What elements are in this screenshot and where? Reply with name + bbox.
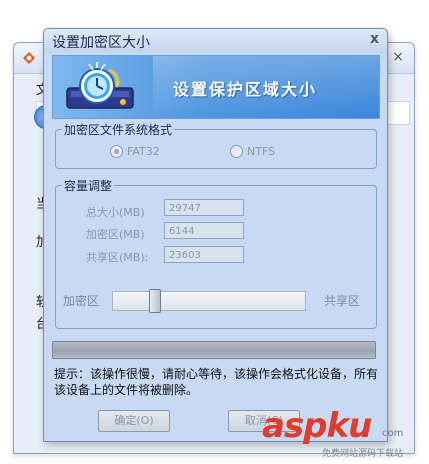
ntfs-label: NTFS (247, 145, 276, 158)
filesystem-group: 加密区文件系统格式 FAT32 NTFS (55, 121, 377, 169)
background-close-icon[interactable]: × (392, 49, 404, 65)
dialog-title: 设置加密区大小 (52, 35, 150, 51)
shared-size-field[interactable]: 23603 (164, 246, 244, 263)
radio-unselected-icon (230, 145, 243, 158)
app-logo-icon (23, 52, 35, 64)
watermark-logo: aspku (262, 406, 372, 446)
watermark-subtitle: 免费网站源码下载站 (322, 449, 404, 459)
ntfs-radio[interactable]: NTFS (230, 145, 275, 158)
aspku-watermark: aspku (262, 406, 372, 446)
filesystem-group-legend: 加密区文件系统格式 (62, 121, 175, 138)
total-size-label: 总大小(MB) (86, 206, 145, 219)
dialog-banner: 设置保护区域大小 (52, 55, 380, 119)
capacity-group-legend: 容量调整 (62, 177, 115, 194)
slider-shared-label: 共享区 (324, 294, 361, 308)
drive-clock-icon (66, 62, 134, 109)
ok-button[interactable]: 确定(O) (98, 410, 170, 432)
hint-text: 提示：该操作很慢，请耐心等待，该操作会格式化设备，所有该设备上的文件将被删除。 (54, 367, 379, 397)
encrypted-size-label: 加密区(MB) (86, 228, 145, 241)
radio-selected-icon (110, 145, 123, 158)
dialog-titlebar[interactable]: 设置加密区大小 x (44, 29, 387, 53)
slider-thumb[interactable] (149, 289, 161, 313)
banner-title: 设置保护区域大小 (173, 80, 318, 99)
fat32-label: FAT32 (127, 145, 160, 158)
slider-encrypted-label: 加密区 (63, 294, 100, 308)
fat32-radio[interactable]: FAT32 (110, 145, 160, 158)
encrypted-size-field[interactable]: 6144 (164, 222, 244, 239)
size-slider[interactable] (112, 289, 306, 313)
format-progress-bar (52, 341, 376, 359)
total-size-field[interactable]: 29747 (164, 199, 244, 216)
shared-size-label: 共享区(MB): (86, 251, 149, 264)
close-icon[interactable]: x (370, 31, 379, 47)
set-encrypted-area-dialog: 设置加密区大小 x 设置保护区域大小 加密区文件系统格式 FAT32 NTFS (43, 28, 388, 442)
watermark-suffix: com (382, 428, 404, 439)
